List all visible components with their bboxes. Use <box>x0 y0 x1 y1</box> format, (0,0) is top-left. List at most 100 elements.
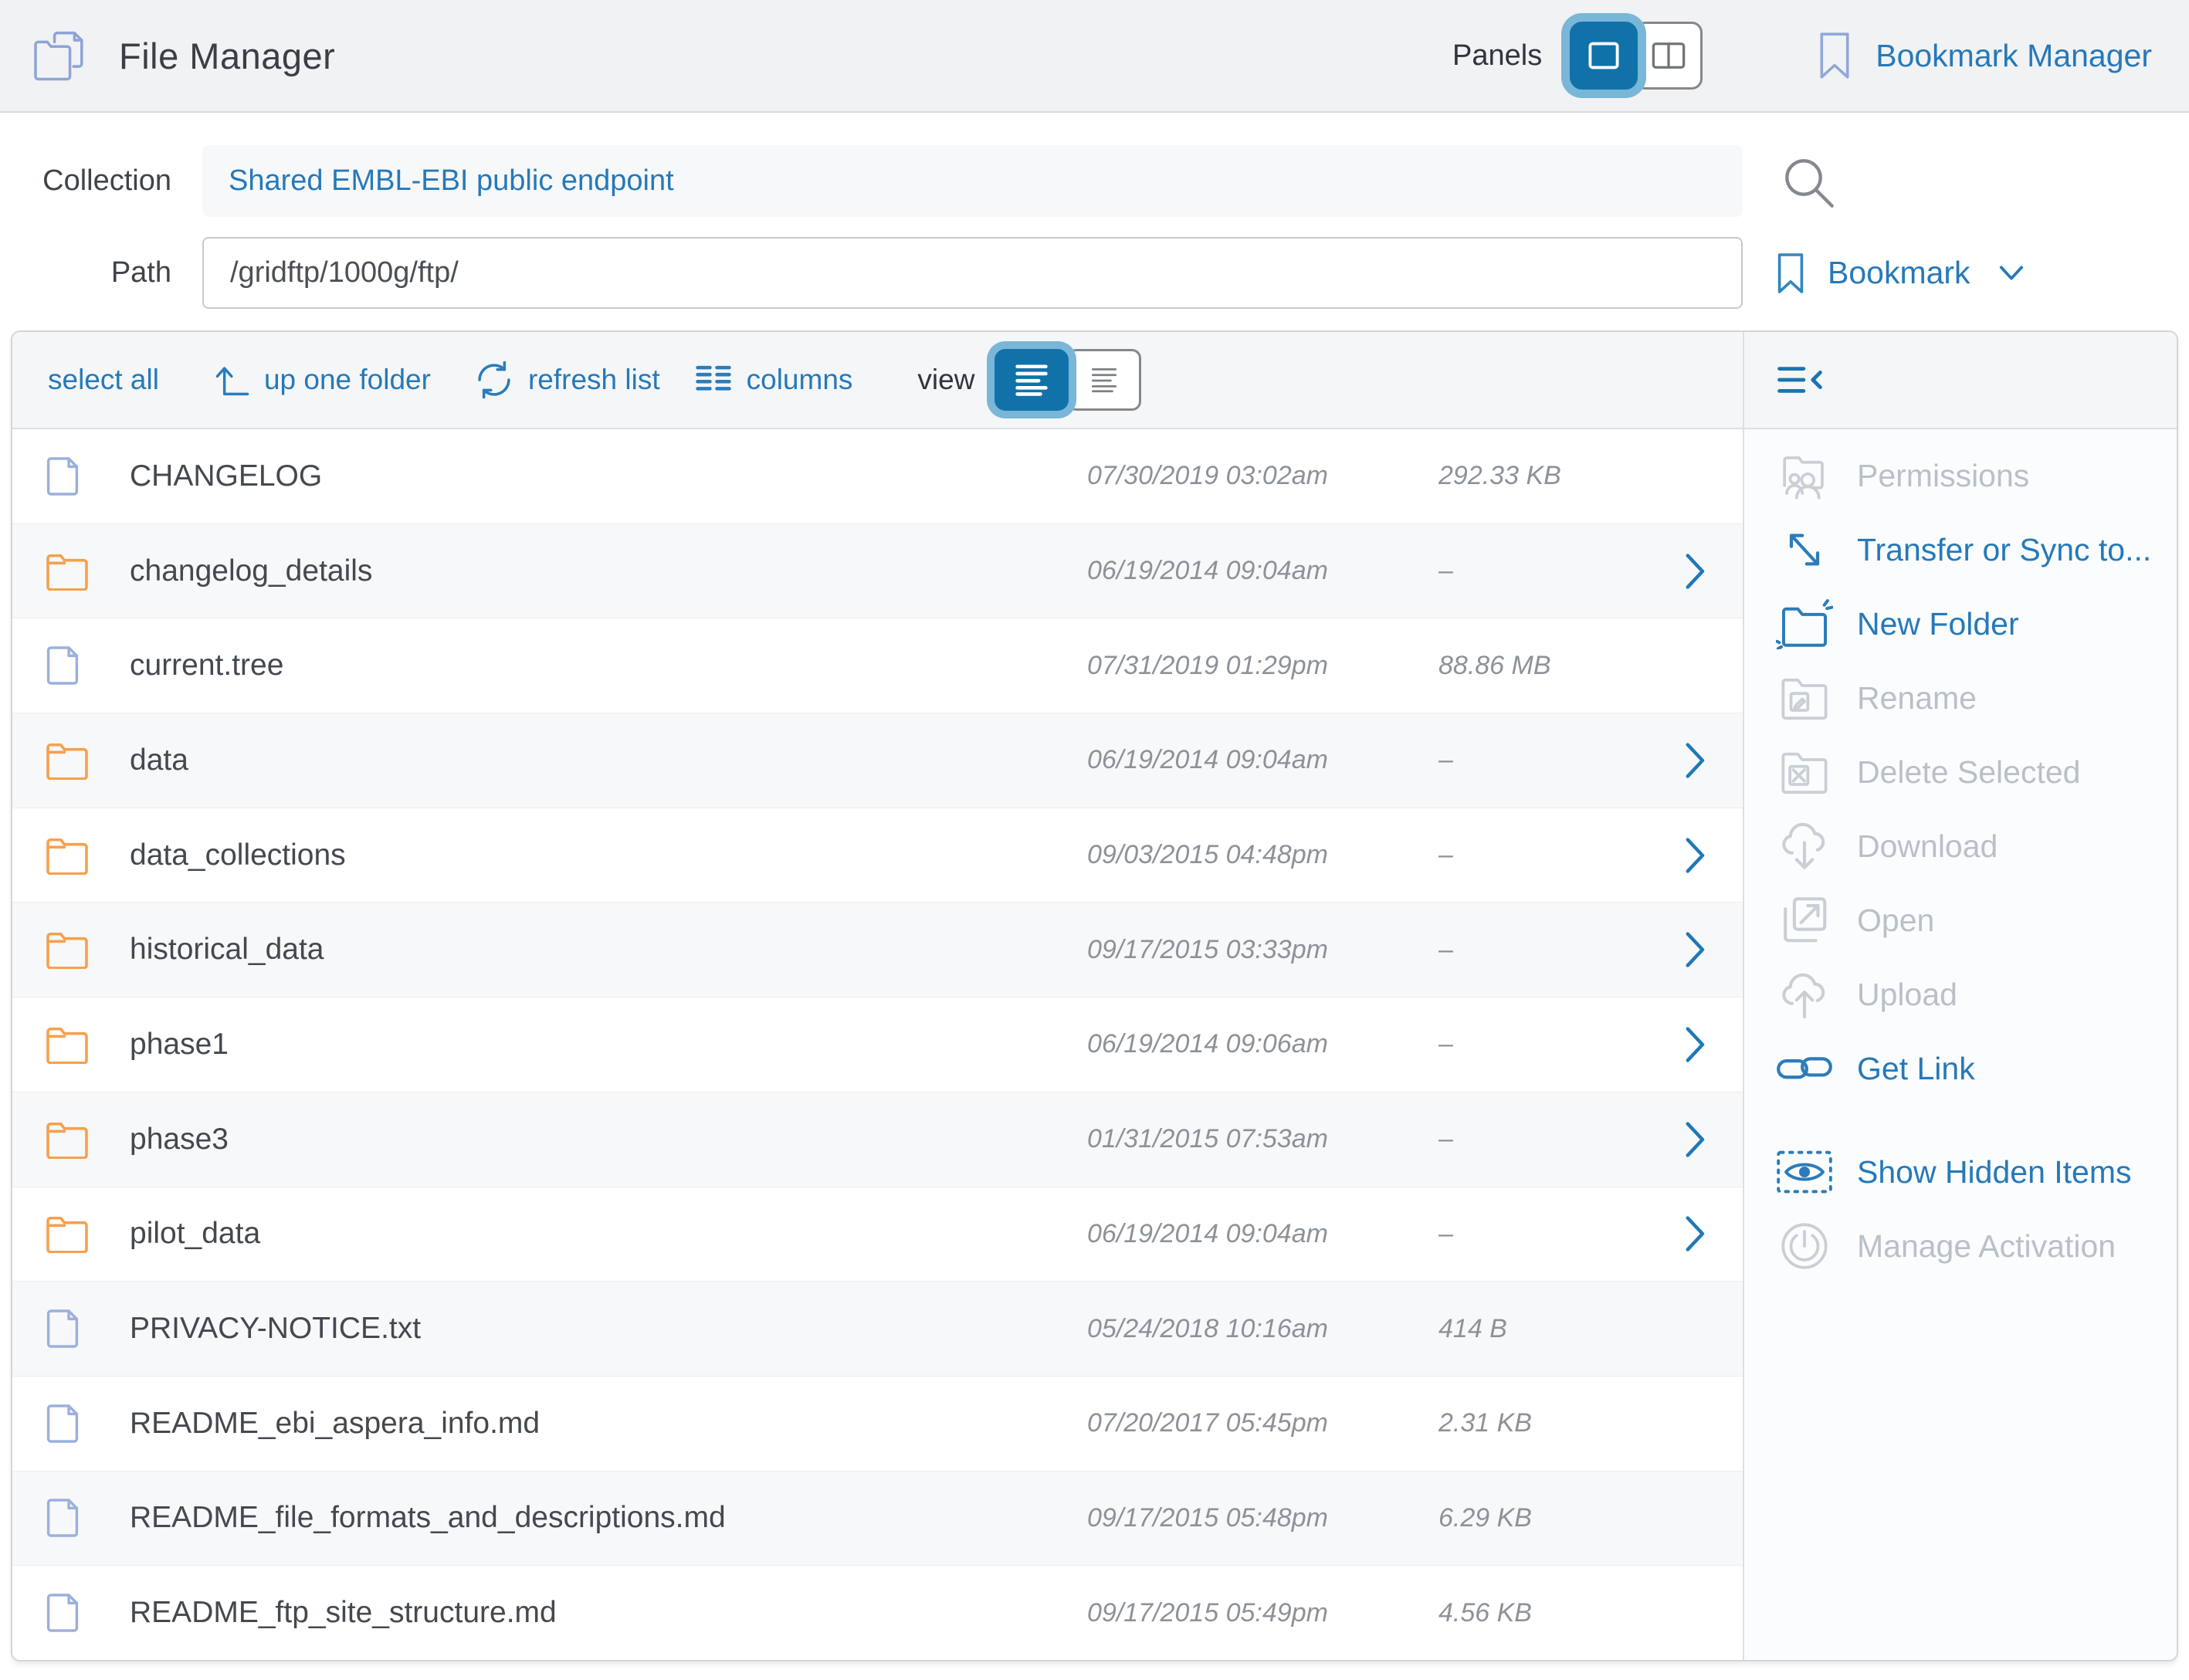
file-modified-date: 06/19/2014 09:04am <box>1087 745 1438 775</box>
delete-icon <box>1771 738 1838 806</box>
upload-icon <box>1771 960 1838 1028</box>
file-row[interactable]: PRIVACY-NOTICE.txt05/24/2018 10:16am414 … <box>12 1282 1743 1377</box>
bookmark-ribbon-icon <box>1818 31 1851 80</box>
chevron-right-icon[interactable] <box>1684 838 1707 873</box>
file-row[interactable]: data06/19/2014 09:04am– <box>12 713 1743 808</box>
file-name: data_collections <box>130 838 1087 872</box>
page-title: File Manager <box>119 35 335 77</box>
file-modified-date: 06/19/2014 09:06am <box>1087 1029 1438 1059</box>
file-size: 2.31 KB <box>1438 1408 1659 1438</box>
chevron-right-icon[interactable] <box>1684 1122 1707 1157</box>
file-icon <box>45 1496 130 1539</box>
file-row[interactable]: pilot_data06/19/2014 09:04am– <box>12 1187 1743 1282</box>
file-modified-date: 06/19/2014 09:04am <box>1087 556 1438 586</box>
action-label: Transfer or Sync to... <box>1857 532 2151 568</box>
collection-label: Collection <box>0 164 171 198</box>
action-rename: Rename <box>1744 661 2177 735</box>
file-name: README_file_formats_and_descriptions.md <box>130 1501 1087 1535</box>
show-hidden-icon <box>1771 1138 1838 1206</box>
file-name: PRIVACY-NOTICE.txt <box>130 1312 1087 1346</box>
action-label: Show Hidden Items <box>1857 1154 2132 1191</box>
file-name: README_ftp_site_structure.md <box>130 1596 1087 1630</box>
single-panel-button[interactable] <box>1570 22 1638 90</box>
file-name: README_ebi_aspera_info.md <box>130 1407 1087 1441</box>
file-size: 292.33 KB <box>1438 461 1659 491</box>
action-new-folder[interactable]: New Folder <box>1744 587 2177 661</box>
path-label: Path <box>0 256 171 290</box>
file-size: – <box>1438 1124 1659 1154</box>
file-size: – <box>1438 556 1659 586</box>
get-link-icon <box>1771 1035 1838 1102</box>
search-icon[interactable] <box>1777 151 1838 212</box>
collection-row: Collection Shared EMBL-EBI public endpoi… <box>0 145 2189 217</box>
action-get-link[interactable]: Get Link <box>1744 1031 2177 1106</box>
file-row[interactable]: phase301/31/2015 07:53am– <box>12 1092 1743 1187</box>
file-list: CHANGELOG07/30/2019 03:02am292.33 KBchan… <box>12 429 1744 1660</box>
file-row[interactable]: changelog_details06/19/2014 09:04am– <box>12 524 1743 619</box>
dual-panel-icon <box>1650 40 1687 71</box>
file-name: changelog_details <box>130 554 1087 588</box>
file-size: – <box>1438 745 1659 775</box>
file-toolbar: select all up one folder refresh list co… <box>12 332 1744 429</box>
bookmark-button[interactable]: Bookmark <box>1777 251 2025 296</box>
file-modified-date: 09/03/2015 04:48pm <box>1087 840 1438 870</box>
chevron-right-icon[interactable] <box>1684 554 1707 589</box>
rename-icon <box>1771 664 1838 732</box>
action-label: Rename <box>1857 680 1977 716</box>
action-label: New Folder <box>1857 606 2019 642</box>
dual-panel-button[interactable] <box>1635 22 1703 90</box>
file-row[interactable]: README_ftp_site_structure.md09/17/2015 0… <box>12 1566 1743 1660</box>
file-icon <box>45 1591 130 1634</box>
file-name: pilot_data <box>130 1217 1087 1251</box>
file-row[interactable]: README_ebi_aspera_info.md07/20/2017 05:4… <box>12 1377 1743 1472</box>
transfer-icon <box>1771 516 1838 584</box>
action-transfer[interactable]: Transfer or Sync to... <box>1744 513 2177 587</box>
list-view-button[interactable] <box>995 349 1069 411</box>
file-manager-page: { "header": { "title": "File Manager", "… <box>0 0 2189 1680</box>
condensed-view-button[interactable] <box>1067 349 1141 411</box>
file-size: – <box>1438 935 1659 965</box>
file-row[interactable]: phase106/19/2014 09:06am– <box>12 998 1743 1092</box>
up-one-folder-button[interactable]: up one folder <box>215 362 431 398</box>
action-activation: Manage Activation <box>1744 1209 2177 1283</box>
file-row[interactable]: current.tree07/31/2019 01:29pm88.86 MB <box>12 618 1743 713</box>
action-show-hidden[interactable]: Show Hidden Items <box>1744 1135 2177 1209</box>
chevron-right-icon[interactable] <box>1684 1216 1707 1252</box>
file-row[interactable]: CHANGELOG07/30/2019 03:02am292.33 KB <box>12 429 1743 524</box>
folder-icon <box>45 836 130 875</box>
folder-icon <box>45 1025 130 1064</box>
select-all-button[interactable]: select all <box>48 364 159 396</box>
single-panel-icon <box>1587 40 1621 71</box>
bookmark-icon <box>1777 251 1804 296</box>
chevron-right-icon[interactable] <box>1684 743 1707 778</box>
file-modified-date: 06/19/2014 09:04am <box>1087 1219 1438 1249</box>
chevron-right-icon[interactable] <box>1684 1027 1707 1062</box>
file-modified-date: 07/30/2019 03:02am <box>1087 461 1438 491</box>
path-value: /gridftp/1000g/ftp/ <box>230 256 459 290</box>
file-row[interactable]: historical_data09/17/2015 03:33pm– <box>12 903 1743 998</box>
collapse-sidebar-icon[interactable] <box>1775 361 1825 398</box>
action-label: Delete Selected <box>1857 754 2080 791</box>
collection-input[interactable]: Shared EMBL-EBI public endpoint <box>202 145 1743 217</box>
permissions-icon <box>1771 442 1838 510</box>
refresh-icon <box>474 360 514 400</box>
bookmark-manager-button[interactable]: Bookmark Manager <box>1818 31 2152 80</box>
columns-button[interactable]: columns <box>694 361 853 399</box>
main-panel: select all up one folder refresh list co… <box>11 330 2178 1661</box>
file-row[interactable]: data_collections09/03/2015 04:48pm– <box>12 808 1743 903</box>
condensed-view-icon <box>1086 364 1123 396</box>
file-row[interactable]: README_file_formats_and_descriptions.md0… <box>12 1472 1743 1567</box>
columns-icon <box>694 361 733 399</box>
action-label: Upload <box>1857 977 1957 1013</box>
file-icon <box>45 455 130 498</box>
file-modified-date: 07/20/2017 05:45pm <box>1087 1408 1438 1438</box>
activation-icon <box>1771 1212 1838 1280</box>
chevron-right-icon[interactable] <box>1684 932 1707 967</box>
action-label: Download <box>1857 828 1998 865</box>
sidebar-header <box>1744 332 2177 429</box>
file-modified-date: 09/17/2015 05:48pm <box>1087 1503 1438 1533</box>
refresh-list-button[interactable]: refresh list <box>474 360 660 400</box>
action-label: Manage Activation <box>1857 1228 2116 1265</box>
bookmark-button-label: Bookmark <box>1828 255 1970 291</box>
path-input[interactable]: /gridftp/1000g/ftp/ <box>202 237 1743 309</box>
